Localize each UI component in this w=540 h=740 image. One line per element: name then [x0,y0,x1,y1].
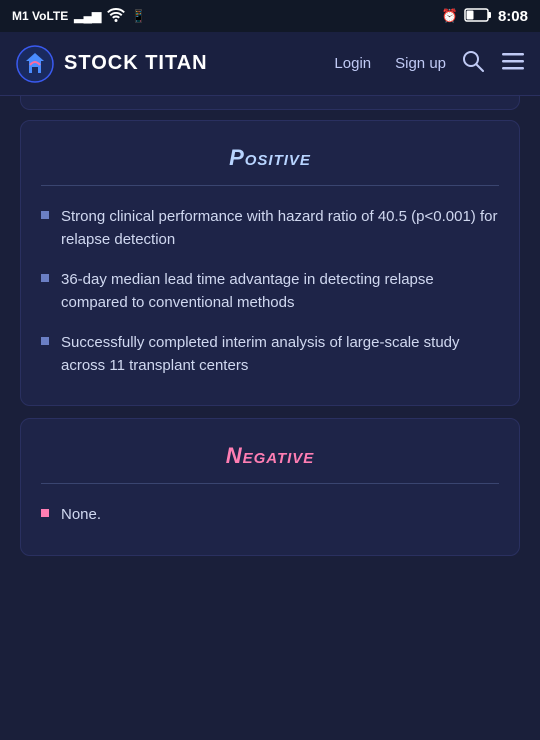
negative-title: Negative [41,443,499,469]
logo-icon [16,45,54,83]
negative-divider [41,483,499,484]
whatsapp-icon: 📱 [131,9,146,23]
list-item: Successfully completed interim analysis … [41,332,499,377]
bullet-icon [41,211,49,219]
login-link[interactable]: Login [334,55,371,72]
signup-link[interactable]: Sign up [395,55,446,72]
list-item: None. [41,504,499,527]
nav-links: Login Sign up [334,55,446,72]
battery-indicator [464,8,492,25]
logo-text: STOCK TITAN [64,52,208,75]
logo-container: STOCK TITAN [16,45,334,83]
bullet-icon [41,274,49,282]
bullet-text: 36-day median lead time advantage in det… [61,269,499,314]
positive-title: Positive [41,145,499,171]
positive-card: Positive Strong clinical performance wit… [20,120,520,406]
time-display: 8:08 [498,8,528,25]
bullet-text: Strong clinical performance with hazard … [61,206,499,251]
positive-divider [41,185,499,186]
search-icon[interactable] [462,50,484,78]
list-item: Strong clinical performance with hazard … [41,206,499,251]
bullet-text: None. [61,504,101,527]
nav-icons [462,50,524,78]
signal-icon: ▂▄▆ [74,9,101,23]
bullet-icon [41,509,49,517]
wifi-icon [107,8,125,25]
status-bar: M1 VoLTE ▂▄▆ 📱 ⏰ 8:08 [0,0,540,32]
list-item: 36-day median lead time advantage in det… [41,269,499,314]
bullet-text: Successfully completed interim analysis … [61,332,499,377]
carrier-label: M1 VoLTE [12,9,68,23]
status-left: M1 VoLTE ▂▄▆ 📱 [12,8,146,25]
content-area: Positive Strong clinical performance wit… [0,110,540,566]
alarm-icon: ⏰ [442,8,458,24]
positive-bullet-list: Strong clinical performance with hazard … [41,206,499,377]
menu-icon[interactable] [502,50,524,78]
navbar: STOCK TITAN Login Sign up [0,32,540,96]
top-card-partial [20,96,520,110]
status-right: ⏰ 8:08 [442,8,528,25]
negative-bullet-list: None. [41,504,499,527]
negative-card: Negative None. [20,418,520,556]
bullet-icon [41,337,49,345]
